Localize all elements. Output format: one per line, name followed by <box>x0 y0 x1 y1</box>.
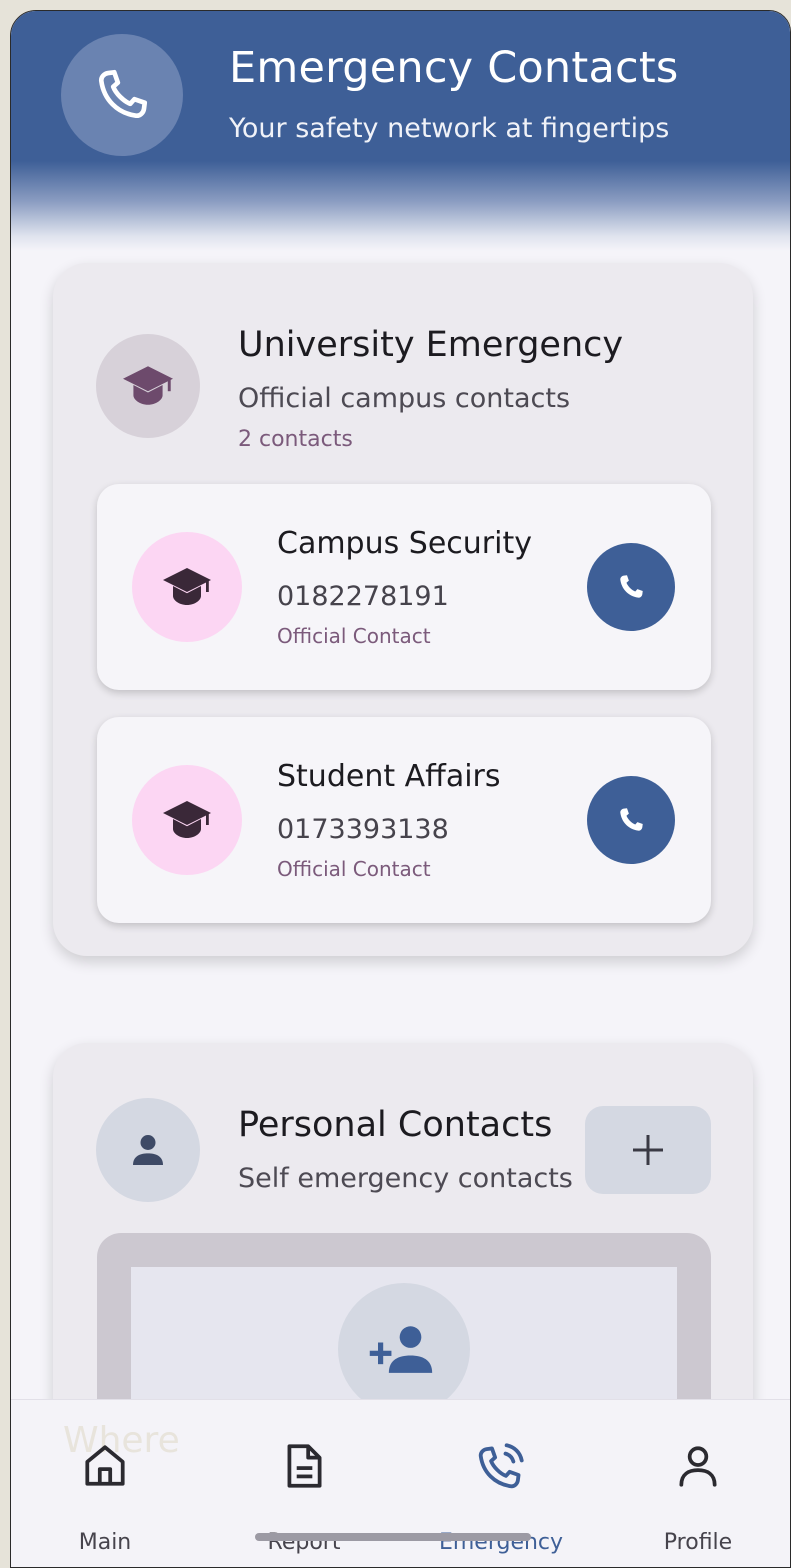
nav-label: Profile <box>663 1530 733 1555</box>
graduation-cap-icon <box>132 765 242 875</box>
contact-name: Campus Security <box>277 526 532 561</box>
contact-count: 2 contacts <box>238 427 353 452</box>
add-contact-button[interactable] <box>585 1106 711 1194</box>
group-subtitle: Self emergency contacts <box>238 1163 573 1194</box>
graduation-cap-icon <box>132 532 242 642</box>
page-title: Emergency Contacts <box>229 43 679 93</box>
group-title: University Emergency <box>238 325 624 365</box>
contact-phone: 0173393138 <box>277 814 449 845</box>
contact-card[interactable]: Campus Security 0182278191 Official Cont… <box>97 484 711 690</box>
group-title: Personal Contacts <box>238 1105 553 1145</box>
nav-item-emergency[interactable]: Emergency <box>411 1400 591 1567</box>
plus-icon <box>633 1135 663 1165</box>
page-subtitle: Your safety network at fingertips <box>229 113 670 144</box>
header: Emergency Contacts Your safety network a… <box>11 11 790 251</box>
nav-label: Main <box>78 1530 132 1555</box>
contact-tag: Official Contact <box>277 624 431 648</box>
phone-icon <box>620 575 643 598</box>
person-icon <box>96 1098 200 1202</box>
call-button[interactable] <box>587 776 675 864</box>
app-screen: Emergency Contacts Your safety network a… <box>10 10 791 1568</box>
bottom-navigation: Where Main Report Emergency Profile <box>11 1399 790 1567</box>
contact-tag: Official Contact <box>277 857 431 881</box>
phone-call-icon <box>473 1438 529 1494</box>
phone-icon <box>620 808 643 831</box>
contact-card[interactable]: Student Affairs 0173393138 Official Cont… <box>97 717 711 923</box>
add-person-icon[interactable] <box>338 1283 470 1415</box>
contact-name: Student Affairs <box>277 759 501 794</box>
nav-item-profile[interactable]: Profile <box>608 1400 788 1567</box>
contact-phone: 0182278191 <box>277 581 449 612</box>
phone-icon <box>61 34 183 156</box>
nav-item-report[interactable]: Report <box>214 1400 394 1567</box>
nav-item-main[interactable]: Main <box>15 1400 195 1567</box>
home-indicator <box>255 1533 531 1541</box>
document-icon <box>276 1438 332 1494</box>
university-emergency-card: University Emergency Official campus con… <box>53 263 753 956</box>
call-button[interactable] <box>587 543 675 631</box>
profile-icon <box>670 1438 726 1494</box>
home-icon <box>77 1438 133 1494</box>
group-subtitle: Official campus contacts <box>238 383 571 414</box>
graduation-cap-icon <box>96 334 200 438</box>
